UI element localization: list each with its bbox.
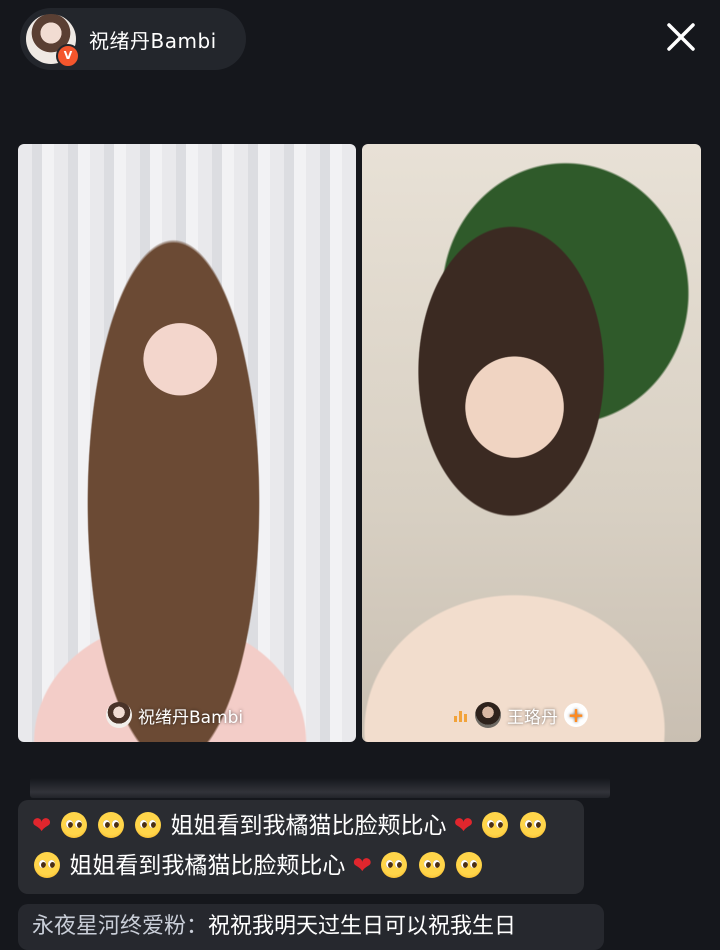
comment-text: 姐姐看到我橘猫比脸颊比心: [170, 813, 447, 839]
signal-bars-icon: [454, 708, 467, 722]
stream-label-left: 祝绪丹Bambi: [106, 700, 243, 730]
follow-button[interactable]: +: [564, 703, 588, 727]
highlight-comment: ❤ 姐姐看到我橘猫比脸颊比心 ❤ 姐姐看到我橘猫比脸颊比心 ❤: [18, 800, 584, 894]
stream-name: 王珞丹: [507, 707, 558, 728]
stream-name: 祝绪丹Bambi: [138, 707, 244, 728]
comment-item: 永夜星河终爱粉：祝祝我明天过生日可以祝我生日: [18, 904, 604, 950]
verified-badge: V: [56, 44, 80, 68]
comment-username[interactable]: 永夜星河终爱粉：: [32, 914, 208, 939]
stream-tile-right[interactable]: 王珞丹 +: [362, 144, 701, 742]
host-name: 祝绪丹Bambi: [89, 28, 217, 53]
pleading-face-icon: [135, 812, 162, 838]
pleading-face-icon: [34, 852, 60, 878]
faded-comment: [30, 778, 610, 798]
comment-line: 姐姐看到我橘猫比脸颊比心 ❤: [32, 846, 570, 886]
host-avatar[interactable]: V: [26, 14, 80, 68]
pleading-face-icon: [97, 812, 124, 838]
pleading-face-icon: [418, 852, 445, 878]
pleading-face-icon: [482, 812, 509, 838]
pleading-face-icon: [60, 812, 87, 838]
comment-feed[interactable]: ❤ 姐姐看到我橘猫比脸颊比心 ❤ 姐姐看到我橘猫比脸颊比心 ❤ 永夜星河终爱粉：…: [18, 778, 720, 950]
heart-icon: ❤: [453, 813, 474, 839]
pleading-face-icon: [455, 852, 482, 878]
stream-avatar: [106, 702, 132, 728]
host-info-pill[interactable]: V 祝绪丹Bambi: [20, 8, 246, 70]
stream-tile-left[interactable]: 祝绪丹Bambi: [18, 144, 356, 742]
heart-icon: ❤: [352, 853, 372, 879]
heart-icon: ❤: [32, 813, 52, 839]
pleading-face-icon: [381, 852, 408, 878]
comment-line: ❤ 姐姐看到我橘猫比脸颊比心 ❤: [32, 806, 570, 846]
pleading-face-icon: [519, 812, 546, 838]
comment-text: 祝祝我明天过生日可以祝我生日: [208, 914, 517, 939]
stream-label-right: 王珞丹 +: [454, 700, 588, 730]
comment-text: 姐姐看到我橘猫比脸颊比心: [69, 853, 346, 879]
close-icon[interactable]: [664, 20, 698, 54]
stream-avatar: [475, 702, 501, 728]
